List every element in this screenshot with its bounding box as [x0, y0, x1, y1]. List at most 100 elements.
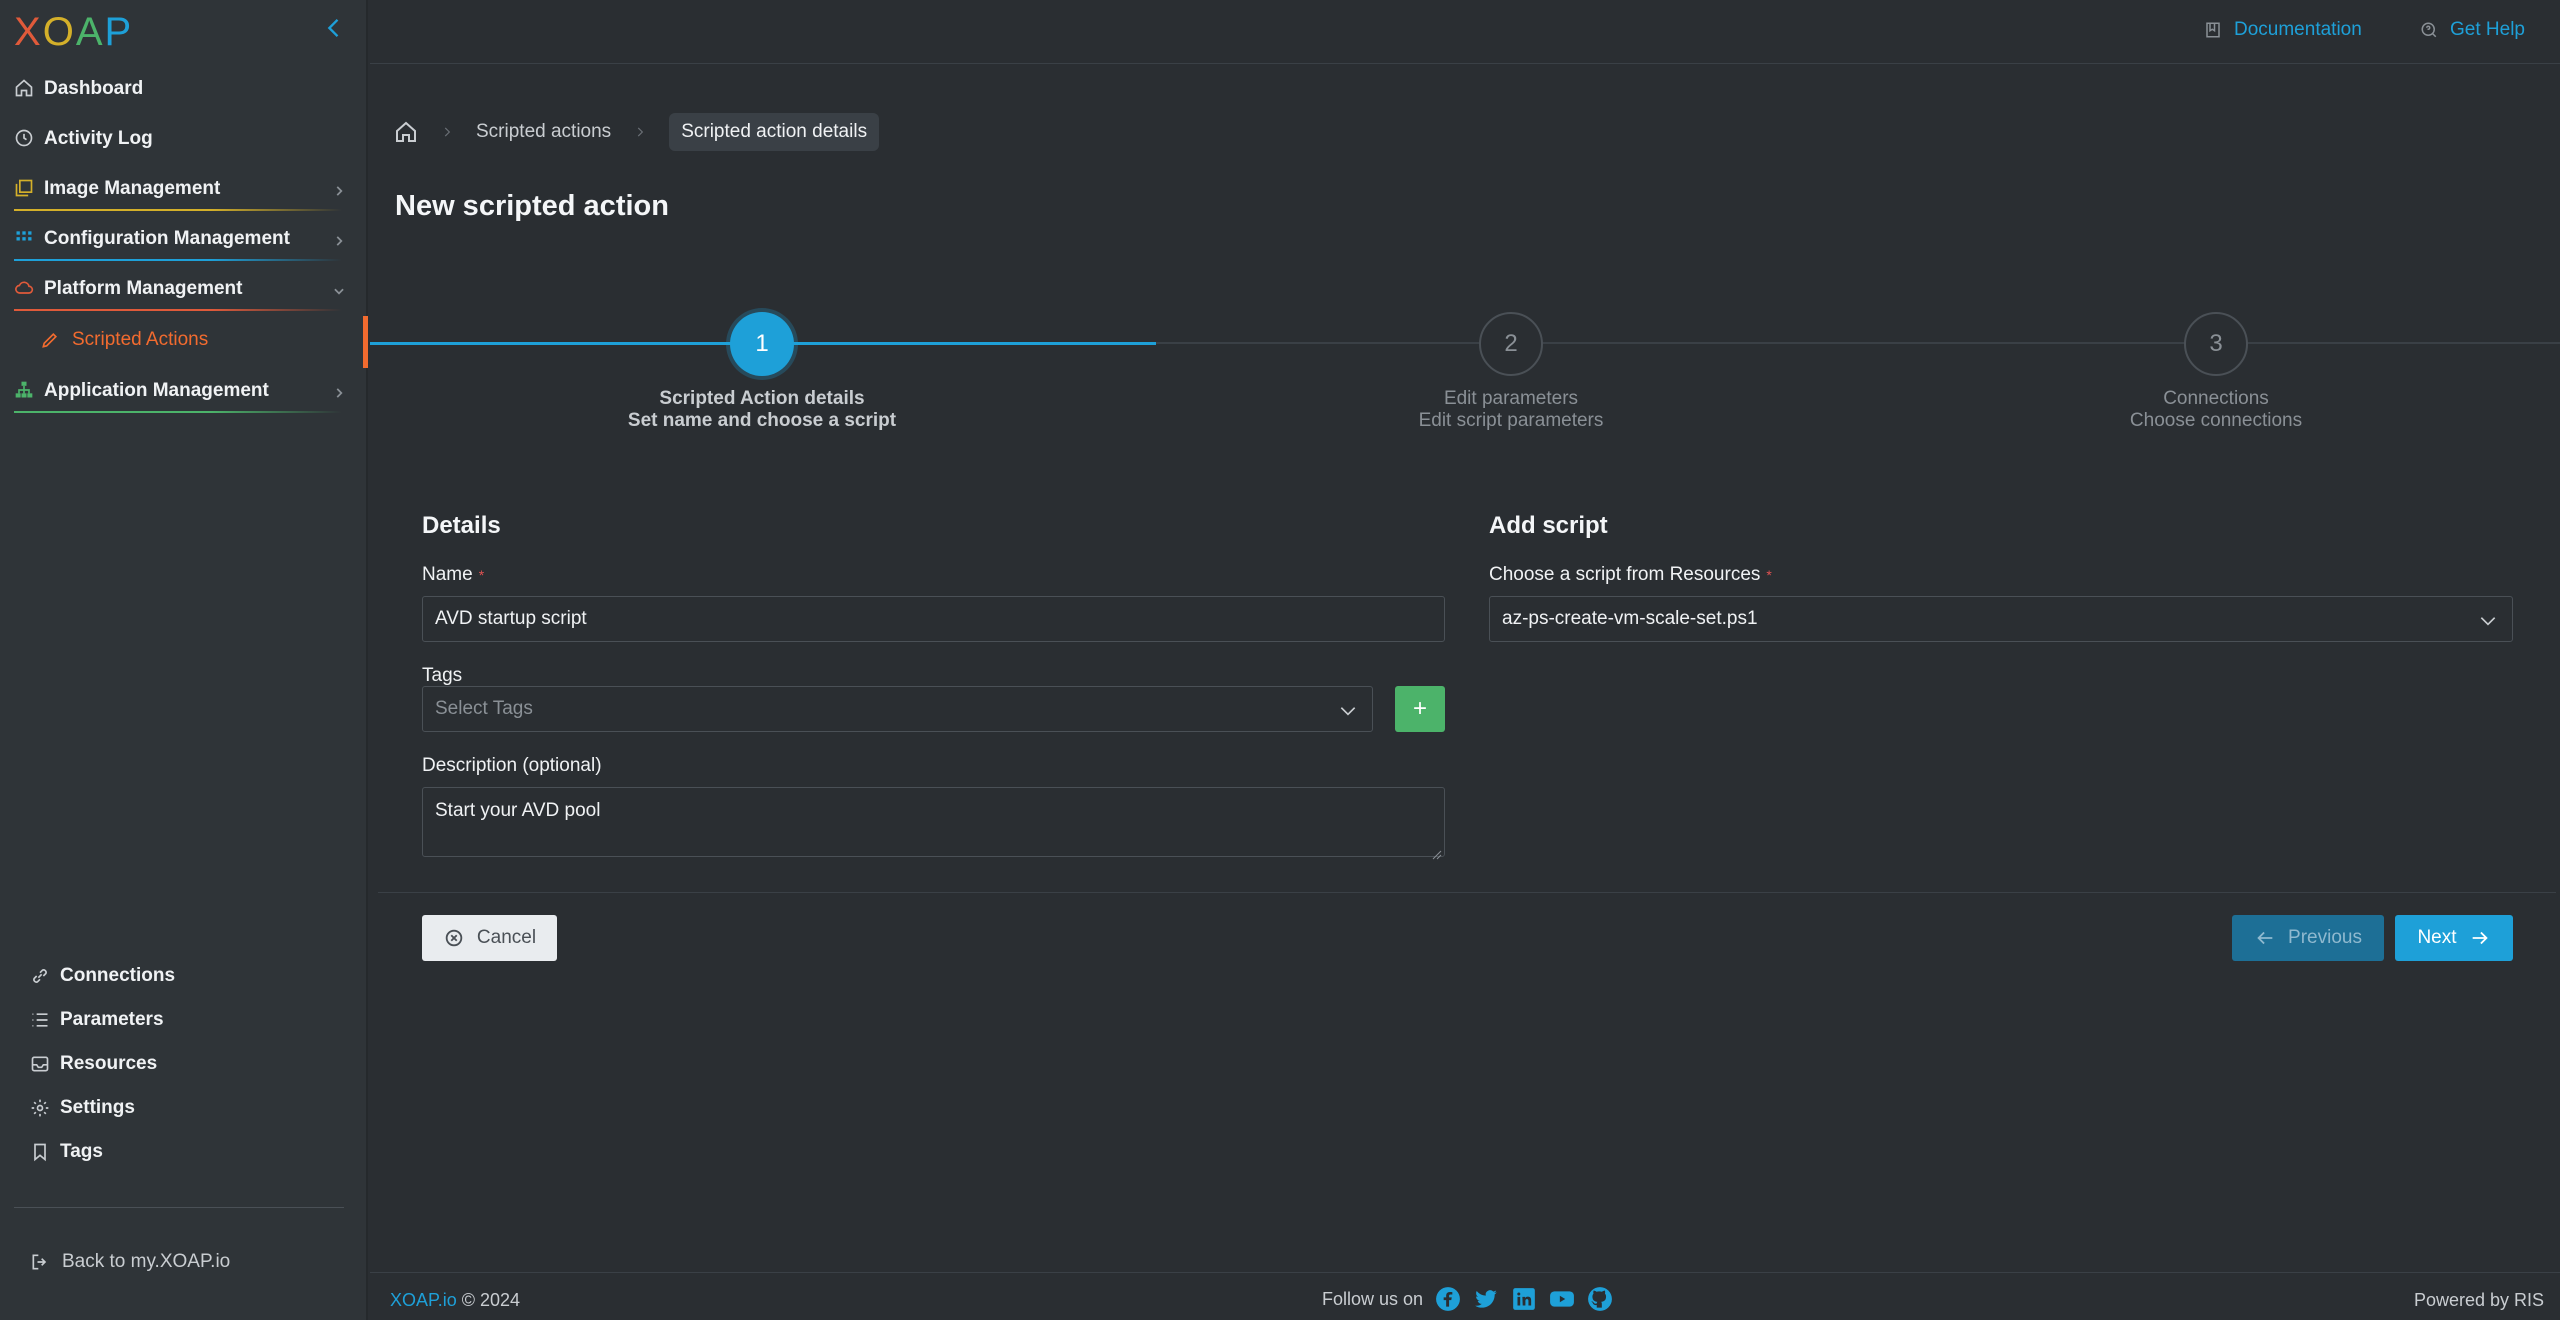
- chevron-right-icon: [332, 384, 346, 398]
- step-3-circle[interactable]: 3: [2184, 312, 2248, 376]
- nav-item-label: Dashboard: [44, 78, 144, 99]
- documentation-link[interactable]: Documentation: [2204, 18, 2362, 42]
- nav-sub-label: Scripted Actions: [72, 329, 209, 350]
- sidebar-divider: [14, 1207, 344, 1208]
- form-divider: [378, 892, 2556, 893]
- name-input-value: AVD startup script: [435, 608, 587, 629]
- nav-item-label: Configuration Management: [44, 228, 290, 249]
- pencil-icon: [40, 330, 60, 350]
- nav-item-label: Platform Management: [44, 278, 243, 299]
- tags-placeholder: Select Tags: [435, 698, 533, 719]
- gear-icon: [30, 1098, 50, 1118]
- collapse-sidebar-icon[interactable]: [320, 14, 348, 42]
- twitter-icon[interactable]: [1473, 1286, 1499, 1312]
- step-subtitle: Set name and choose a script: [627, 410, 897, 431]
- inbox-icon: [30, 1054, 50, 1074]
- copyright-text: © 2024: [461, 1290, 521, 1310]
- back-link-label: Back to my.XOAP.io: [62, 1251, 231, 1272]
- cloud-icon: [14, 278, 34, 298]
- chevron-right-icon: [633, 125, 647, 139]
- next-button[interactable]: Next: [2395, 915, 2513, 961]
- cancel-button[interactable]: Cancel: [422, 915, 557, 961]
- category-underline: [14, 259, 342, 261]
- chevron-down-icon: [332, 282, 346, 296]
- chevron-down-icon: [1338, 701, 1358, 721]
- nav-item-dashboard[interactable]: Dashboard: [0, 64, 368, 114]
- nav-item-label: Activity Log: [44, 128, 153, 149]
- nav-item-platform-management[interactable]: Platform Management: [0, 264, 368, 314]
- step-title: Connections: [2163, 388, 2269, 409]
- nav-item-configuration-management[interactable]: Configuration Management: [0, 214, 368, 264]
- choose-script-label-text: Choose a script from Resources: [1489, 564, 1761, 585]
- previous-button[interactable]: Previous: [2232, 915, 2384, 961]
- help-chat-icon: [2420, 21, 2438, 39]
- nav-item-tags[interactable]: Tags: [0, 1130, 368, 1174]
- get-help-label: Get Help: [2450, 19, 2525, 40]
- tags-select[interactable]: Select Tags: [422, 686, 1373, 732]
- footer: XOAP.io © 2024 Follow us on Powered by R…: [370, 1272, 2560, 1320]
- nav-item-parameters[interactable]: Parameters: [0, 998, 368, 1042]
- nav-item-label: Parameters: [60, 1009, 164, 1030]
- required-marker: *: [1766, 566, 1772, 583]
- description-textarea[interactable]: Start your AVD pool: [422, 787, 1445, 860]
- youtube-icon[interactable]: [1549, 1286, 1575, 1312]
- documentation-label: Documentation: [2234, 19, 2362, 40]
- nav-item-settings[interactable]: Settings: [0, 1086, 368, 1130]
- previous-label: Previous: [2288, 927, 2362, 948]
- step-title: Edit parameters: [1443, 388, 1579, 409]
- name-label-text: Name: [422, 564, 473, 585]
- add-tag-button[interactable]: +: [1395, 686, 1445, 732]
- active-marker: [363, 316, 368, 368]
- nav-item-scripted-actions[interactable]: Scripted Actions: [0, 314, 368, 368]
- step-2-circle[interactable]: 2: [1479, 312, 1543, 376]
- logout-icon: [30, 1252, 50, 1272]
- nav-item-activity-log[interactable]: Activity Log: [0, 114, 368, 164]
- follow-text: Follow us on: [1322, 1288, 1424, 1309]
- back-to-my-xoap-link[interactable]: Back to my.XOAP.io: [30, 1244, 230, 1280]
- nav-item-application-management[interactable]: Application Management: [0, 366, 368, 416]
- step-1-circle[interactable]: 1: [730, 312, 794, 376]
- step-2-label: Edit parameters Edit script parameters: [1331, 388, 1691, 432]
- breadcrumb: Scripted actions Scripted action details: [394, 112, 880, 152]
- category-underline: [14, 309, 342, 311]
- sidebar: XOAP Dashboard Activity Log Image Manage…: [0, 0, 368, 1320]
- home-icon: [14, 78, 34, 98]
- nav-item-label: Settings: [60, 1097, 135, 1118]
- chevron-right-icon: [440, 125, 454, 139]
- nav-item-label: Resources: [60, 1053, 158, 1074]
- nav-item-label: Connections: [60, 965, 176, 986]
- description-label: Description (optional): [422, 755, 602, 776]
- nav-item-resources[interactable]: Resources: [0, 1042, 368, 1086]
- linkedin-icon[interactable]: [1511, 1286, 1537, 1312]
- nav-item-label: Image Management: [44, 178, 221, 199]
- step-3-label: Connections Choose connections: [2036, 388, 2396, 432]
- breadcrumb-current: Scripted action details: [669, 113, 880, 151]
- category-underline: [14, 209, 342, 211]
- next-label: Next: [2417, 927, 2457, 948]
- arrow-right-icon: [2469, 927, 2491, 949]
- step-title: Scripted Action details: [659, 388, 865, 409]
- clock-icon: [14, 128, 34, 148]
- tags-label: Tags: [422, 665, 463, 686]
- github-icon[interactable]: [1587, 1286, 1613, 1312]
- footer-brand-link[interactable]: XOAP.io: [390, 1290, 457, 1310]
- get-help-link[interactable]: Get Help: [2420, 18, 2525, 42]
- home-icon[interactable]: [394, 120, 418, 144]
- name-label: Name *: [422, 564, 484, 586]
- xoap-logo[interactable]: XOAP: [14, 12, 133, 52]
- page-title: New scripted action: [395, 190, 669, 222]
- list-icon: [30, 1010, 50, 1030]
- facebook-icon[interactable]: [1435, 1286, 1461, 1312]
- name-input[interactable]: AVD startup script: [422, 596, 1445, 642]
- link-icon: [30, 966, 50, 986]
- grid-icon: [14, 228, 34, 248]
- nav-item-image-management[interactable]: Image Management: [0, 164, 368, 214]
- chevron-right-icon: [332, 182, 346, 196]
- nav-item-connections[interactable]: Connections: [0, 954, 368, 998]
- step-track-line: [1156, 342, 2560, 344]
- category-underline: [14, 411, 342, 413]
- script-select[interactable]: az-ps-create-vm-scale-set.ps1: [1489, 596, 2513, 642]
- resize-grip-icon[interactable]: [1432, 844, 1442, 860]
- required-marker: *: [478, 566, 485, 583]
- breadcrumb-scripted-actions[interactable]: Scripted actions: [476, 121, 611, 143]
